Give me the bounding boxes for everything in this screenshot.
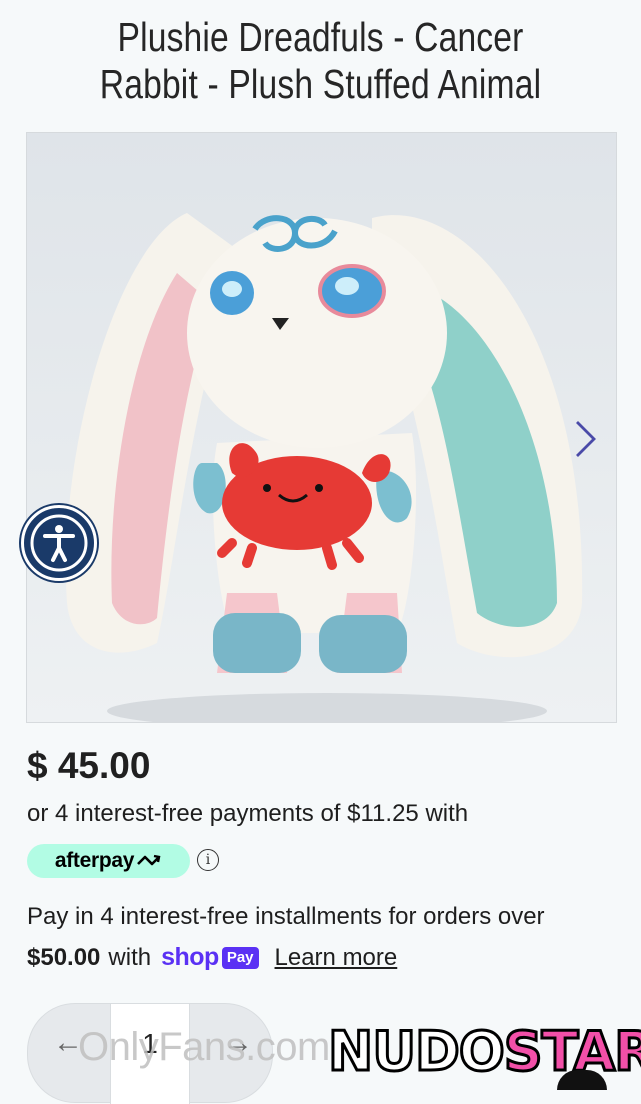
learn-more-link[interactable]: Learn more bbox=[275, 944, 398, 972]
shop-pay-threshold: $50.00 bbox=[27, 943, 101, 971]
chevron-right-icon bbox=[576, 421, 596, 457]
plush-illustration bbox=[65, 213, 583, 722]
afterpay-arrows-icon bbox=[137, 854, 161, 866]
onlyfans-watermark: OnlyFans.com bbox=[78, 1025, 330, 1069]
afterpay-installments-text: or 4 interest-free payments of $11.25 wi… bbox=[27, 800, 469, 827]
product-price: $ 45.00 bbox=[27, 745, 151, 786]
watermark-nudo: NUDO bbox=[327, 1020, 507, 1083]
shop-pay-with-text: with bbox=[108, 943, 152, 971]
info-icon[interactable]: i bbox=[197, 849, 219, 871]
afterpay-label: afterpay bbox=[54, 849, 135, 872]
shop-pay-installments-text: Pay in 4 interest-free installments for … bbox=[27, 903, 545, 930]
accessibility-button[interactable] bbox=[21, 505, 97, 581]
accessibility-icon bbox=[30, 514, 88, 572]
product-image[interactable] bbox=[26, 132, 617, 723]
carousel-next-button[interactable] bbox=[565, 415, 605, 465]
afterpay-badge[interactable]: afterpay bbox=[27, 844, 190, 878]
shop-pay-logo-pay: Pay bbox=[221, 946, 259, 969]
product-title: Plushie Dreadfuls - Cancer Rabbit - Plus… bbox=[99, 14, 542, 107]
shop-pay-logo-shop: shop bbox=[161, 943, 219, 971]
shop-pay-line: $50.00 with shop Pay Learn more bbox=[27, 943, 397, 972]
